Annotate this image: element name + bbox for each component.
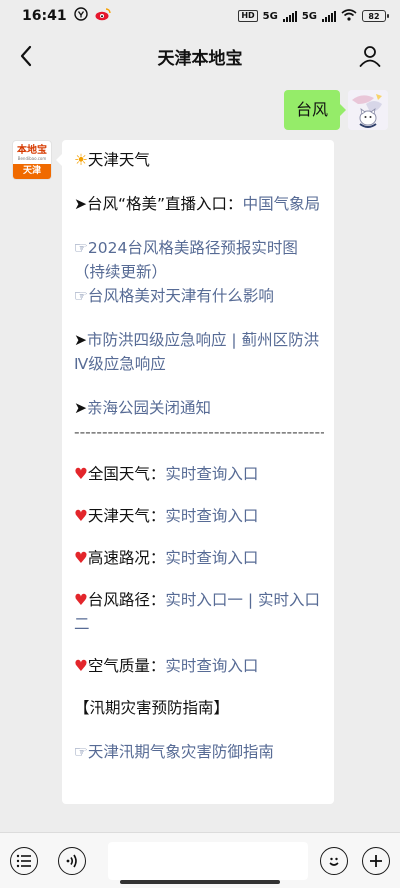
- heart-icon: ♥: [74, 657, 88, 675]
- tianjin-weather-line: ♥天津天气：实时查询入口: [74, 504, 324, 528]
- voice-icon: [66, 854, 77, 867]
- national-weather-label: 全国天气：: [87, 465, 166, 483]
- weibo-notification-icon: [95, 7, 111, 25]
- sun-icon: ☀: [74, 151, 88, 169]
- park-arrow: ➤: [74, 399, 87, 417]
- divider: ----------------------------------------…: [74, 423, 324, 441]
- bot-avatar[interactable]: 本地宝 Bendibao.com 天津: [12, 140, 52, 180]
- typhoon-path-label: 台风路径：: [87, 591, 166, 609]
- typhoon-path-separator: |: [242, 591, 259, 609]
- chevron-left-icon: [20, 45, 32, 67]
- typhoon-path-line: ♥台风路径：实时入口一 | 实时入口二: [74, 588, 324, 636]
- app-notification-icon: [73, 7, 88, 25]
- bot-logo-city: 天津: [13, 164, 51, 179]
- heart-icon: ♥: [74, 591, 88, 609]
- highway-label: 高速路况：: [87, 549, 166, 567]
- battery-level: 82: [368, 11, 380, 21]
- input-bar: [0, 832, 400, 888]
- voice-button[interactable]: [58, 846, 86, 875]
- weather-title: 天津天气: [87, 151, 150, 169]
- typhoon-path-map-link[interactable]: ☞2024台风格美路径预报实时图（持续更新）: [74, 236, 324, 284]
- guide-link[interactable]: 天津汛期气象灾害防御指南: [88, 743, 274, 761]
- battery-icon: 82: [362, 10, 389, 22]
- profile-button[interactable]: [354, 40, 386, 72]
- status-bar: 16:41 HD 5G 5G 82: [0, 0, 400, 32]
- air-quality-label: 空气质量：: [87, 657, 166, 675]
- message-input[interactable]: [108, 841, 308, 880]
- park-notice-link[interactable]: 亲海公园关闭通知: [87, 399, 211, 417]
- guide-line: ☞天津汛期气象灾害防御指南: [74, 740, 324, 764]
- flood-response-line: ➤市防洪四级应急响应 | 蓟州区防洪Ⅳ级应急响应: [74, 328, 324, 376]
- air-quality-line: ♥空气质量：实时查询入口: [74, 654, 324, 678]
- user-message-bubble[interactable]: 台风: [283, 90, 347, 130]
- chat-area[interactable]: 台风 本地宝 Bendibao.com 天津 ☀天津天气 ➤台风“格美”直播入口…: [0, 80, 400, 832]
- typhoon-live-label: ➤台风“格美”直播入口：: [74, 195, 243, 213]
- typhoon-live-link[interactable]: 中国气象局: [243, 195, 321, 213]
- page-title: 天津本地宝: [157, 48, 243, 69]
- flood-arrow: ➤: [74, 331, 87, 349]
- tianjin-weather-label: 天津天气：: [87, 507, 166, 525]
- heart-icon: ♥: [74, 465, 88, 483]
- bot-logo-url: Bendibao.com: [17, 155, 47, 161]
- signal-strength-icon-2: [322, 10, 336, 22]
- national-weather-line: ♥全国天气：实时查询入口: [74, 462, 324, 486]
- more-button[interactable]: [362, 846, 390, 875]
- typhoon-live-line: ➤台风“格美”直播入口：中国气象局: [74, 192, 324, 216]
- bot-logo-name: 本地宝: [17, 144, 47, 156]
- network-type-1: 5G: [262, 10, 278, 22]
- wifi-icon: [341, 8, 357, 24]
- user-message-row: 台风: [283, 90, 388, 130]
- tianjin-weather-link[interactable]: 实时查询入口: [165, 507, 258, 525]
- person-icon: [359, 46, 381, 67]
- weather-title-line: ☀天津天气: [74, 148, 324, 172]
- national-weather-link[interactable]: 实时查询入口: [165, 465, 258, 483]
- user-avatar[interactable]: [348, 90, 388, 130]
- nav-bar: 天津本地宝: [0, 32, 400, 80]
- list-menu-icon: [16, 854, 31, 867]
- plus-icon: [370, 854, 382, 867]
- heart-icon: ♥: [74, 507, 88, 525]
- guide-link-prefix: ☞: [74, 743, 88, 761]
- home-indicator[interactable]: [120, 880, 280, 884]
- signal-strength-icon-1: [282, 10, 297, 22]
- typhoon-path-link-1[interactable]: 实时入口一: [165, 591, 243, 609]
- status-time: 16:41: [22, 8, 67, 24]
- bot-message-bubble: ☀天津天气 ➤台风“格美”直播入口：中国气象局 ☞2024台风格美路径预报实时图…: [56, 140, 334, 804]
- menu-button[interactable]: [10, 846, 38, 875]
- flood-response-link[interactable]: 市防洪四级应急响应 | 蓟州区防洪Ⅳ级应急响应: [74, 331, 319, 373]
- back-button[interactable]: [10, 40, 42, 72]
- emoji-icon: [329, 857, 339, 866]
- park-notice-line: ➤亲海公园关闭通知: [74, 396, 324, 420]
- bot-message-row: 本地宝 Bendibao.com 天津 ☀天津天气 ➤台风“格美”直播入口：中国…: [12, 140, 334, 804]
- hd-badge: HD: [238, 10, 258, 22]
- bot-avatar-logo: 本地宝 Bendibao.com: [13, 141, 51, 164]
- emoji-button[interactable]: [320, 846, 348, 875]
- network-type-2: 5G: [301, 10, 317, 22]
- highway-link[interactable]: 实时查询入口: [165, 549, 258, 567]
- highway-line: ♥高速路况：实时查询入口: [74, 546, 324, 570]
- typhoon-impact-link[interactable]: ☞台风格美对天津有什么影响: [74, 284, 324, 308]
- guide-heading: 【汛期灾害预防指南】: [74, 699, 230, 717]
- air-quality-link[interactable]: 实时查询入口: [165, 657, 258, 675]
- heart-icon: ♥: [74, 549, 88, 567]
